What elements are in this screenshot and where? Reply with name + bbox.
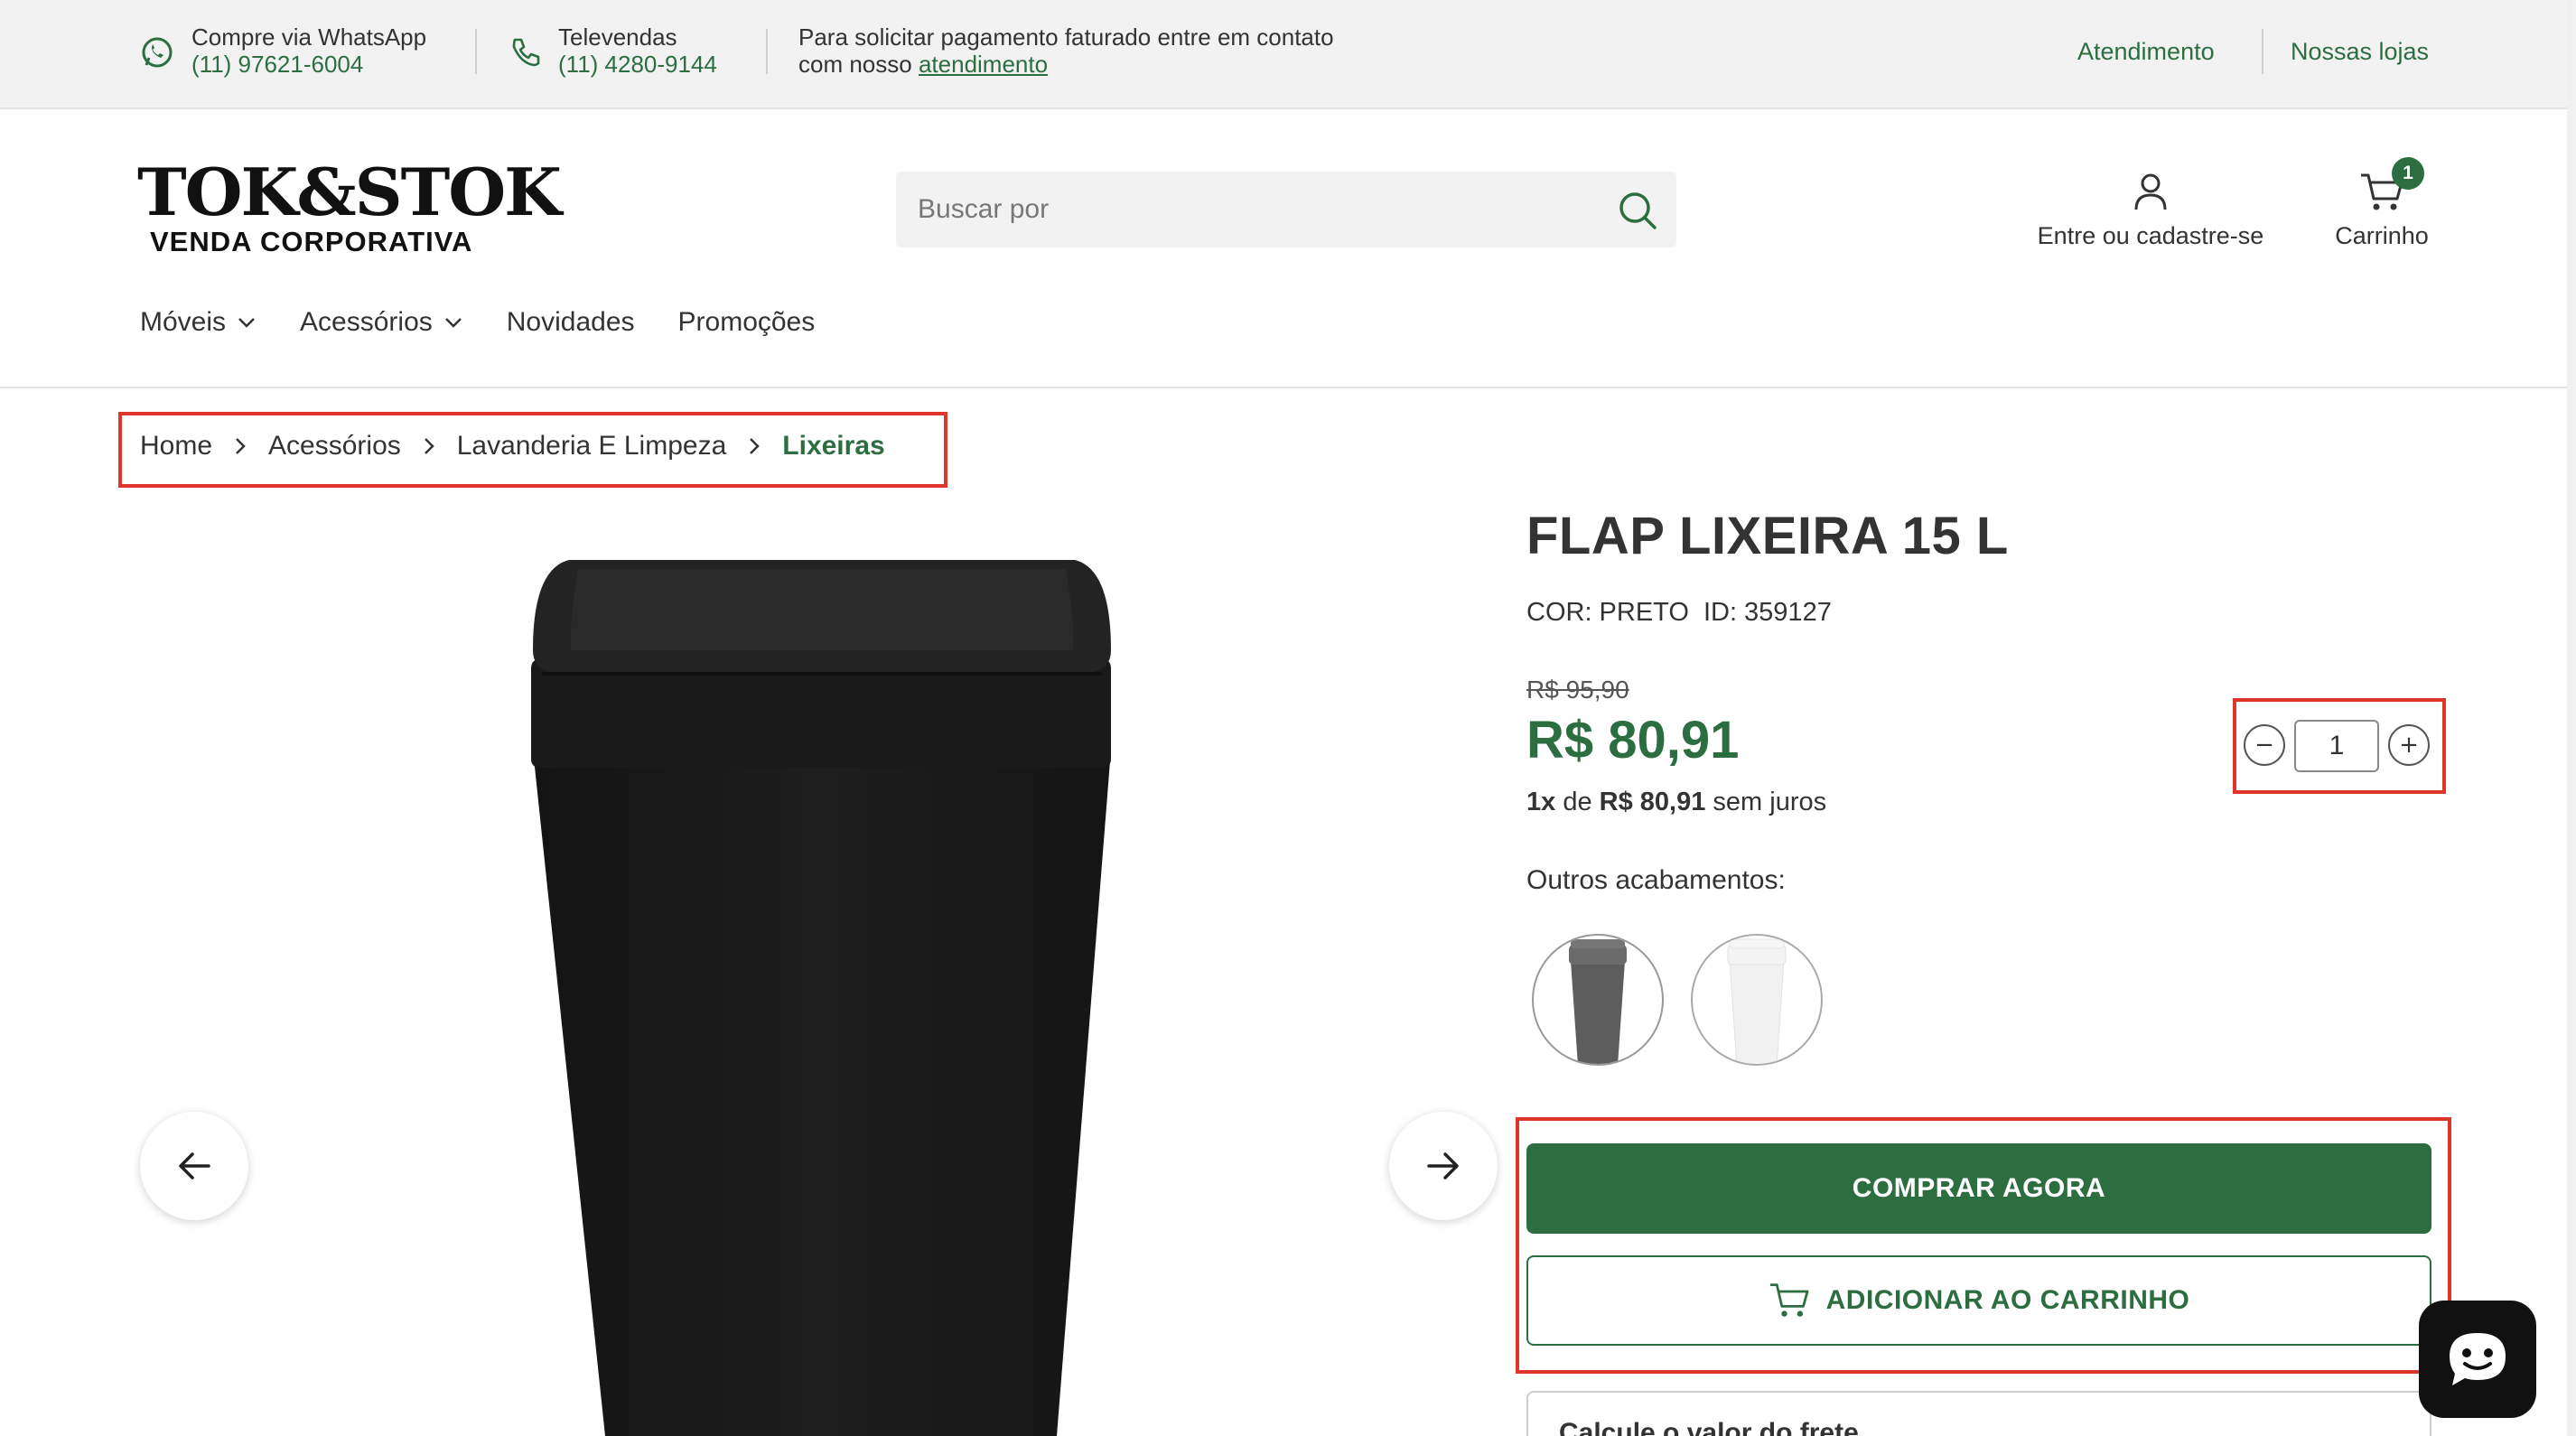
chat-bot-icon (2450, 1333, 2506, 1385)
breadcrumb-lavanderia[interactable]: Lavanderia E Limpeza (457, 431, 727, 462)
minus-icon: − (2254, 732, 2274, 759)
breadcrumb-home[interactable]: Home (140, 431, 212, 462)
current-price: R$ 80,91 (1526, 711, 1740, 769)
chevron-down-icon (444, 318, 462, 328)
televendas-number[interactable]: (11) 4280-9144 (558, 51, 717, 78)
gallery-next-button[interactable] (1389, 1112, 1498, 1220)
whatsapp-icon (142, 37, 173, 68)
tokstok-logo[interactable]: TOK&STOK VENDA CORPORATIVA (137, 160, 562, 258)
nav-item-label: Promoções (677, 307, 816, 337)
installments-value: R$ 80,91 (1599, 788, 1706, 816)
chevron-right-icon (423, 436, 435, 456)
old-price: R$ 95,90 (1526, 676, 1629, 704)
account-label: Entre ou cadastre-se (2037, 222, 2264, 249)
logo-wordmark: TOK&STOK (137, 154, 562, 230)
quantity-decrease-button[interactable]: − (2244, 724, 2285, 766)
finish-swatch-white[interactable] (1691, 934, 1823, 1066)
chat-widget-button[interactable] (2419, 1301, 2536, 1418)
product-image (531, 560, 1111, 1436)
top-info-bar: Compre via WhatsApp (11) 97621-6004 Tele… (0, 0, 2576, 109)
chevron-right-icon (234, 436, 247, 456)
nav-item-promocoes[interactable]: Promoções (678, 307, 816, 338)
installments-suffix: sem juros (1713, 788, 1827, 816)
note-text: Para solicitar pagamento faturado entre … (798, 23, 1334, 78)
whatsapp-label: Compre via WhatsApp (191, 23, 427, 51)
nav-item-acessorios[interactable]: Acessórios (300, 307, 463, 338)
search-icon[interactable] (1617, 190, 1658, 231)
add-to-cart-label: ADICIONAR AO CARRINHO (1825, 1285, 2190, 1315)
freight-calculator[interactable]: Calcule o valor do frete (1526, 1391, 2431, 1436)
finish-swatch-gray[interactable] (1532, 934, 1664, 1066)
header-divider (0, 387, 2576, 388)
nav-item-label: Móveis (140, 307, 227, 337)
gray-bin-thumbnail (1569, 939, 1627, 1064)
search-input[interactable] (896, 172, 1601, 247)
divider (766, 29, 768, 74)
page-scrollbar[interactable] (2567, 0, 2576, 1436)
gallery-prev-button[interactable] (140, 1112, 248, 1220)
breadcrumb-current: Lixeiras (782, 431, 885, 461)
chevron-down-icon (238, 318, 255, 328)
freight-label: Calcule o valor do frete (1559, 1418, 1859, 1436)
cart-label: Carrinho (2335, 222, 2429, 249)
note-atendimento-link[interactable]: atendimento (919, 51, 1048, 78)
cart-button[interactable]: 1 Carrinho (2329, 157, 2435, 250)
breadcrumb: Home Acessórios Lavanderia E Limpeza Lix… (140, 431, 885, 462)
invoice-payment-note: Para solicitar pagamento faturado entre … (798, 23, 1358, 78)
search-bar (896, 172, 1676, 247)
account-login[interactable]: Entre ou cadastre-se (2029, 172, 2273, 250)
installments-count: 1x (1526, 788, 1556, 816)
chevron-right-icon (748, 436, 761, 456)
whatsapp-number[interactable]: (11) 97621-6004 (191, 51, 426, 78)
add-to-cart-button[interactable]: ADICIONAR AO CARRINHO (1526, 1255, 2431, 1346)
arrow-left-icon (179, 1152, 210, 1180)
white-bin-thumbnail (1727, 938, 1787, 1064)
televendas-contact[interactable]: Televendas (11) 4280-9144 (506, 23, 717, 78)
product-meta: COR: PRETO ID: 359127 (1526, 598, 1846, 628)
arrow-right-icon (1427, 1152, 1459, 1180)
plus-icon: + (2399, 732, 2419, 759)
user-icon (2134, 173, 2167, 210)
atendimento-link[interactable]: Atendimento (2077, 38, 2215, 66)
main-nav: Móveis Acessórios Novidades Promoções (140, 307, 858, 338)
installments-info: 1x de R$ 80,91 sem juros (1526, 788, 1826, 817)
logo-subtitle: VENDA CORPORATIVA (150, 226, 473, 257)
cart-icon (1769, 1283, 1809, 1317)
whatsapp-contact[interactable]: Compre via WhatsApp (11) 97621-6004 (139, 23, 426, 78)
buy-now-label: COMPRAR AGORA (1852, 1173, 2106, 1203)
finishes-label: Outros acabamentos: (1526, 865, 1786, 895)
product-id: ID: 359127 (1703, 598, 1832, 627)
nav-item-moveis[interactable]: Móveis (140, 307, 257, 338)
divider (475, 29, 477, 74)
divider (2262, 29, 2263, 74)
nav-item-label: Novidades (506, 307, 635, 337)
televendas-label: Televendas (558, 23, 677, 51)
nossas-lojas-link[interactable]: Nossas lojas (2291, 38, 2429, 66)
phone-icon (512, 38, 540, 67)
buy-now-button[interactable]: COMPRAR AGORA (1526, 1143, 2431, 1234)
product-color: COR: PRETO (1526, 598, 1689, 627)
nav-item-novidades[interactable]: Novidades (507, 307, 635, 338)
cart-count-badge: 1 (2392, 157, 2424, 190)
nav-item-label: Acessórios (300, 307, 433, 337)
breadcrumb-acessorios[interactable]: Acessórios (268, 431, 401, 462)
product-title: FLAP LIXEIRA 15 L (1526, 507, 2009, 565)
quantity-increase-button[interactable]: + (2388, 724, 2430, 766)
quantity-input[interactable] (2294, 720, 2379, 772)
installments-of: de (1563, 788, 1592, 816)
